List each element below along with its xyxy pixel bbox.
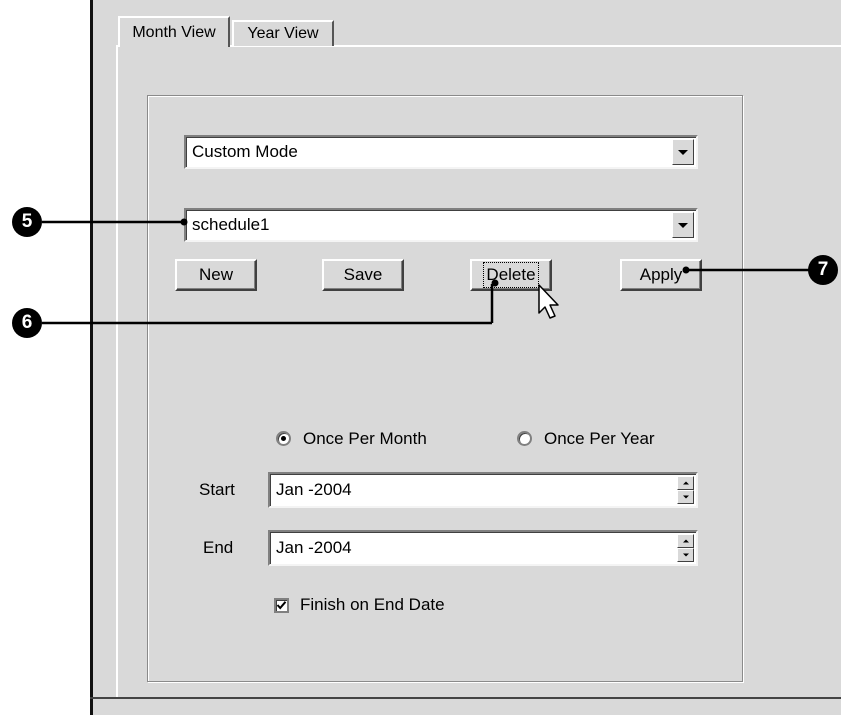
save-button[interactable]: Save (322, 259, 404, 291)
save-button-label: Save (343, 265, 383, 284)
mode-dropdown[interactable]: Custom Mode (184, 135, 698, 169)
callout-5-number: 5 (21, 211, 33, 232)
end-date-spinner[interactable]: Jan -2004 (268, 530, 698, 566)
end-label: End (203, 538, 234, 557)
start-label: Start (199, 480, 235, 499)
callout-6: 6 (12, 308, 42, 338)
once-per-month-radio[interactable] (276, 431, 291, 446)
spin-up-icon (682, 481, 689, 485)
end-spin-up-button[interactable] (677, 534, 694, 548)
checkmark-icon (276, 601, 287, 610)
spin-down-icon (682, 553, 689, 557)
end-date-value: Jan -2004 (276, 538, 352, 557)
delete-button-label: Delete (483, 262, 539, 288)
schedule-dropdown[interactable]: schedule1 (184, 208, 698, 242)
schedule-dropdown-value: schedule1 (192, 215, 270, 234)
new-button[interactable]: New (175, 259, 257, 291)
start-date-spinner[interactable]: Jan -2004 (268, 472, 698, 508)
start-spin-buttons (677, 476, 694, 504)
end-spin-down-button[interactable] (677, 548, 694, 562)
once-per-month-label: Once Per Month (303, 429, 427, 448)
chevron-down-icon (678, 150, 688, 155)
apply-button-label: Apply (639, 265, 683, 284)
start-date-value: Jan -2004 (276, 480, 352, 499)
once-per-year-radio[interactable] (517, 431, 532, 446)
window-bottom-edge (90, 697, 841, 699)
mode-dropdown-button[interactable] (672, 139, 694, 165)
apply-button[interactable]: Apply (620, 259, 702, 291)
mode-dropdown-value: Custom Mode (192, 142, 298, 161)
end-spin-buttons (677, 534, 694, 562)
tab-year-view-label: Year View (247, 25, 319, 42)
spin-down-icon (682, 495, 689, 499)
callout-7-number: 7 (817, 259, 829, 280)
callout-6-number: 6 (21, 312, 33, 333)
callout-7: 7 (808, 255, 838, 285)
schedule-group-box (147, 95, 743, 682)
start-spin-down-button[interactable] (677, 490, 694, 504)
once-per-year-label: Once Per Year (544, 429, 655, 448)
delete-button[interactable]: Delete (470, 259, 552, 291)
schedule-dropdown-button[interactable] (672, 212, 694, 238)
tab-year-view[interactable]: Year View (232, 20, 334, 46)
new-button-label: New (198, 265, 233, 284)
callout-5: 5 (12, 207, 42, 237)
finish-on-end-date-label: Finish on End Date (300, 595, 445, 614)
spin-up-icon (682, 539, 689, 543)
tab-month-view-label: Month View (132, 23, 216, 41)
start-spin-up-button[interactable] (677, 476, 694, 490)
finish-on-end-date-checkbox[interactable] (274, 598, 289, 613)
tab-month-view[interactable]: Month View (118, 16, 230, 47)
chevron-down-icon (678, 223, 688, 228)
